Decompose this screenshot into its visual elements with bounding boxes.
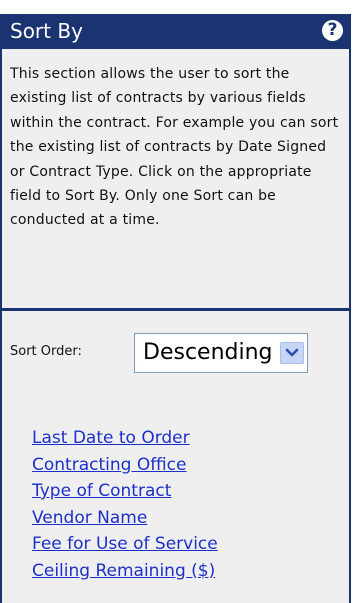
sort-link-type-of-contract[interactable]: Type of Contract: [32, 478, 218, 505]
question-mark-icon[interactable]: ?: [322, 20, 343, 41]
panel-description: This section allows the user to sort the…: [10, 66, 339, 229]
panel-title: Sort By: [10, 19, 83, 43]
sort-link-fee-for-use-of-service[interactable]: Fee for Use of Service: [32, 531, 218, 558]
sort-order-label: Sort Order:: [10, 344, 82, 359]
panel-header: Sort By ?: [2, 14, 349, 49]
chevron-down-icon[interactable]: [280, 342, 304, 364]
sort-link-ceiling-remaining[interactable]: Ceiling Remaining ($): [32, 558, 218, 585]
sort-field-list: Last Date to Order Contracting Office Ty…: [32, 425, 218, 584]
sort-link-vendor-name[interactable]: Vendor Name: [32, 505, 218, 532]
sort-link-last-date-to-order[interactable]: Last Date to Order: [32, 425, 218, 452]
sort-link-contracting-office[interactable]: Contracting Office: [32, 452, 218, 479]
sort-order-value: Descending: [143, 340, 273, 365]
section-divider: [2, 308, 349, 311]
sort-by-panel: Sort By ? This section allows the user t…: [0, 14, 351, 603]
sort-order-select[interactable]: Descending: [134, 333, 308, 373]
